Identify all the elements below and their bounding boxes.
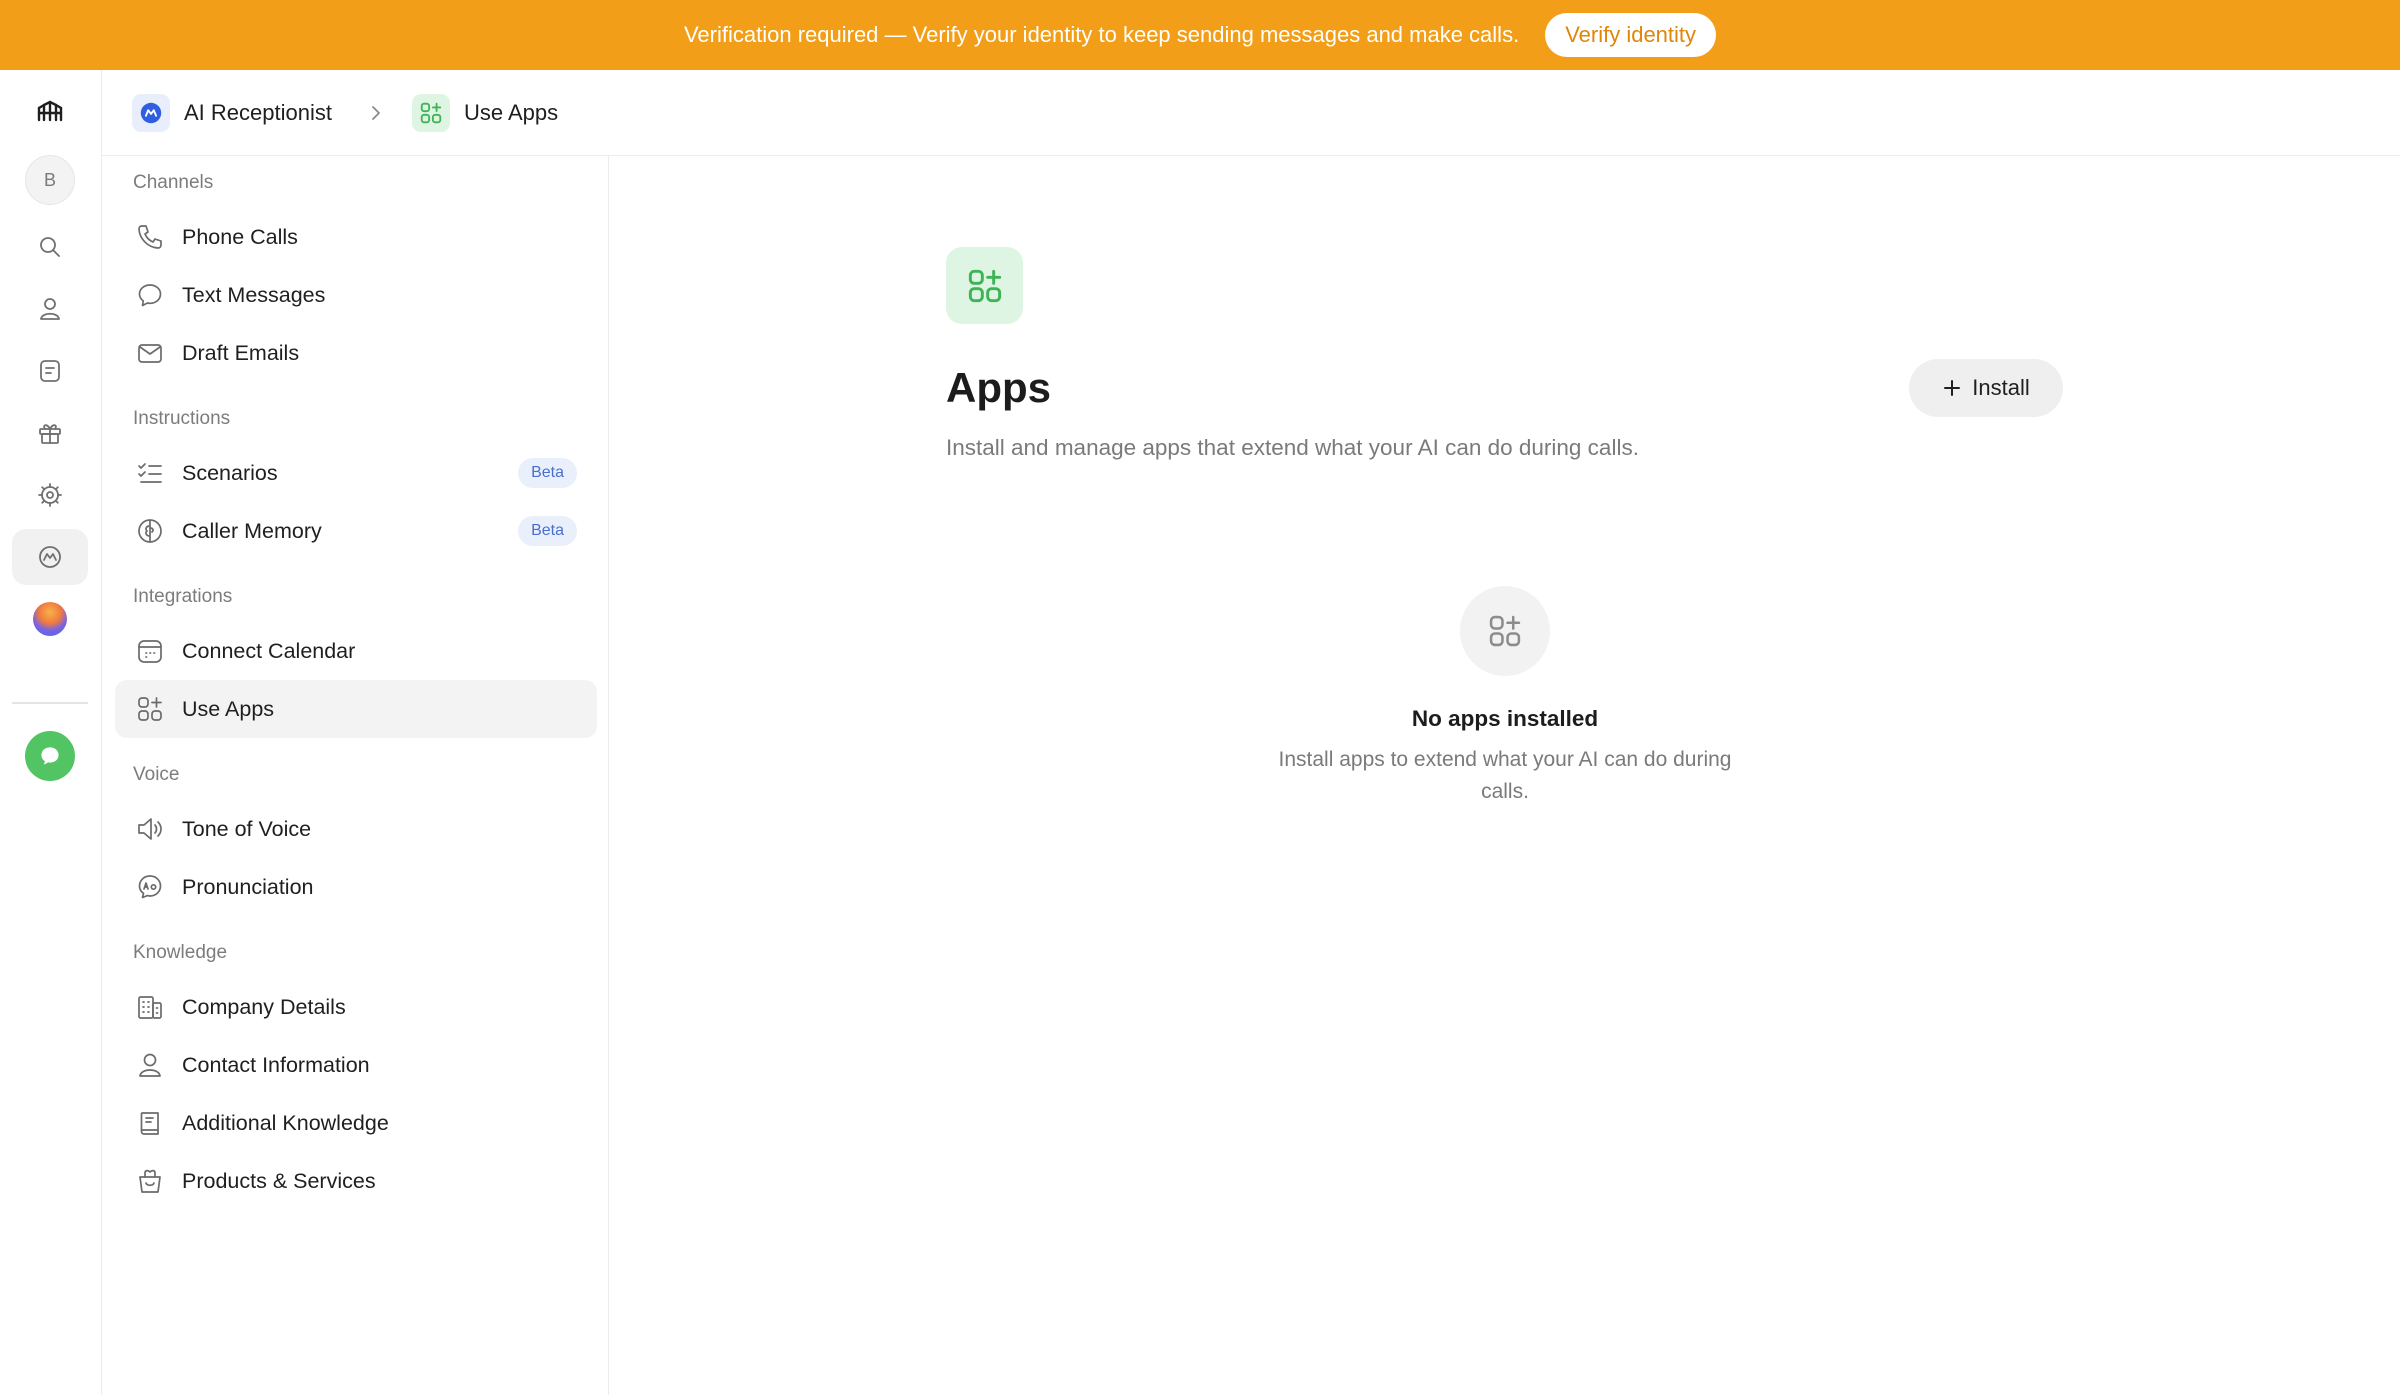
sidebar-item-additional-knowledge[interactable]: Additional Knowledge <box>115 1094 597 1152</box>
message-icon <box>138 284 162 307</box>
sidebar-item-scenarios[interactable]: Scenarios Beta <box>115 444 597 502</box>
book-icon <box>140 1112 159 1135</box>
chat-icon[interactable] <box>12 728 88 784</box>
settings-sidebar: Channels Phone Calls Text Messages Draft… <box>102 156 609 1395</box>
page-subtitle: Install and manage apps that extend what… <box>946 435 1639 460</box>
search-icon[interactable] <box>12 219 88 275</box>
breadcrumb: AI Receptionist Use Apps <box>102 70 2400 156</box>
calendar-icon <box>138 640 162 663</box>
logo-icon[interactable] <box>12 82 88 138</box>
note-icon[interactable] <box>12 343 88 399</box>
apps-empty-icon <box>1460 586 1550 676</box>
apps-icon <box>411 93 450 132</box>
chevron-right-icon <box>366 103 386 123</box>
banner-text: Verification required — Verify your iden… <box>683 22 1520 47</box>
sidebar-item-label: Products & Services <box>182 1168 376 1193</box>
sidebar-item-label: Tone of Voice <box>182 816 312 841</box>
chat-bubble <box>25 731 75 781</box>
beta-badge: Beta <box>518 516 577 546</box>
breadcrumb-label: Use Apps <box>463 99 559 125</box>
sidebar-item-draft-emails[interactable]: Draft Emails <box>115 324 597 382</box>
empty-state-title: No apps installed <box>1411 706 1599 731</box>
sidebar-item-label: Phone Calls <box>182 224 298 249</box>
breadcrumb-ai-receptionist[interactable]: AI Receptionist <box>132 93 332 132</box>
gift-icon[interactable] <box>12 405 88 461</box>
sidebar-item-label: Additional Knowledge <box>182 1110 389 1135</box>
sidebar-item-label: Company Details <box>182 994 346 1019</box>
phone-icon <box>138 225 162 249</box>
sidebar-item-label: Draft Emails <box>182 340 300 365</box>
ai-receptionist-icon <box>132 93 170 132</box>
sidebar-item-company-details[interactable]: Company Details <box>115 978 597 1036</box>
sidebar-item-caller-memory[interactable]: Caller Memory Beta <box>115 502 597 560</box>
settings-icon[interactable] <box>12 467 88 523</box>
user-icon[interactable] <box>12 281 88 337</box>
section-title-knowledge: Knowledge <box>133 942 228 963</box>
ai-receptionist-icon[interactable] <box>12 529 88 585</box>
breadcrumb-label: AI Receptionist <box>184 99 332 125</box>
sidebar-item-label: Connect Calendar <box>182 638 356 663</box>
box-icon <box>139 1169 161 1193</box>
avatar: B <box>25 155 75 205</box>
install-label: Install <box>1972 375 2030 400</box>
sidebar-item-phone-calls[interactable]: Phone Calls <box>115 208 597 266</box>
verification-banner: Verification required — Verify your iden… <box>0 0 2400 70</box>
section-title-integrations: Integrations <box>133 586 233 607</box>
mail-icon <box>138 344 162 363</box>
account-avatar[interactable]: B <box>12 152 88 208</box>
beta-badge: Beta <box>518 458 577 488</box>
sidebar-item-text-messages[interactable]: Text Messages <box>115 266 597 324</box>
sidebar-item-label: Caller Memory <box>182 518 322 543</box>
list-check-icon <box>138 463 162 483</box>
rail-divider <box>12 702 88 704</box>
empty-state-text: Install apps to extend what your AI can … <box>1278 748 1732 803</box>
building-icon <box>138 996 162 1019</box>
pronunciation-icon <box>138 875 162 899</box>
sidebar-item-label: Pronunciation <box>182 874 314 899</box>
sidebar-item-label: Text Messages <box>182 282 326 307</box>
page-title: Apps <box>946 364 1051 411</box>
breadcrumb-use-apps[interactable]: Use Apps <box>411 93 559 132</box>
sidebar-item-tone-of-voice[interactable]: Tone of Voice <box>115 800 597 858</box>
brain-icon <box>138 519 162 543</box>
apps-icon <box>138 697 162 721</box>
speaker-icon <box>138 818 162 840</box>
sidebar-item-use-apps[interactable]: Use Apps <box>115 680 597 738</box>
plus-icon <box>1944 380 1961 396</box>
sidebar-item-pronunciation[interactable]: Pronunciation <box>115 858 597 916</box>
icon-rail: B <box>0 70 102 1395</box>
install-button[interactable]: Install <box>1909 359 2063 417</box>
section-title-channels: Channels <box>133 172 214 193</box>
sidebar-item-contact-information[interactable]: Contact Information <box>115 1036 597 1094</box>
section-title-voice: Voice <box>133 764 180 785</box>
orb <box>33 602 67 636</box>
apps-icon <box>946 247 1023 324</box>
person-icon <box>139 1053 161 1077</box>
orb-icon[interactable] <box>12 591 88 647</box>
verify-identity-button[interactable]: Verify identity <box>1545 13 1717 57</box>
sidebar-item-products-services[interactable]: Products & Services <box>115 1152 597 1210</box>
sidebar-item-connect-calendar[interactable]: Connect Calendar <box>115 622 597 680</box>
sidebar-item-label: Use Apps <box>182 696 275 721</box>
main-content: Apps Install and manage apps that extend… <box>609 156 2400 1395</box>
section-title-instructions: Instructions <box>133 408 231 429</box>
sidebar-item-label: Contact Information <box>182 1052 370 1077</box>
sidebar-item-label: Scenarios <box>182 460 278 485</box>
